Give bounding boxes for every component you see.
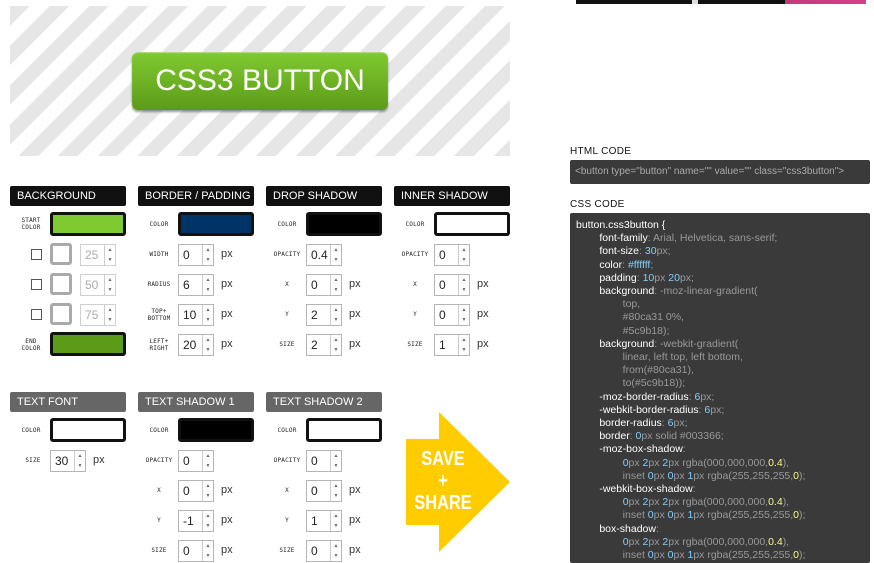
- border-radius-stepper[interactable]: 6 ▲ ▼: [178, 274, 214, 296]
- inner-shadow-size-label: SIZE: [407, 341, 423, 348]
- inner-shadow-x-stepper[interactable]: 0 ▲ ▼: [434, 274, 470, 296]
- text-shadow2-opacity-label: OPACITY: [273, 457, 301, 464]
- drop-shadow-opacity-label: OPACITY: [273, 251, 301, 258]
- top-banner-image: [576, 0, 866, 4]
- drop-shadow-x-stepper[interactable]: 0 ▲ ▼: [306, 274, 342, 296]
- text-shadow2-size-stepper[interactable]: 0 ▲ ▼: [306, 540, 342, 562]
- css-code-box[interactable]: button.css3button { font-family: Arial, …: [570, 213, 870, 563]
- stop1-checkbox[interactable]: [31, 249, 42, 260]
- html-code-title: HTML CODE: [570, 146, 632, 157]
- border-color-label: COLOR: [149, 221, 169, 228]
- inner-shadow-opacity-label: OPACITY: [401, 251, 429, 258]
- save-share-label: SAVE + SHARE: [414, 448, 472, 514]
- text-font-color-swatch[interactable]: [50, 418, 126, 442]
- px-unit: px: [477, 308, 489, 320]
- css3-preview-button[interactable]: CSS3 BUTTON: [132, 52, 388, 110]
- save-share-button[interactable]: SAVE + SHARE: [406, 412, 510, 552]
- section-header-text-font: TEXT FONT: [10, 392, 126, 412]
- html-code-box[interactable]: <button type="button" name="" value="" c…: [570, 160, 870, 184]
- border-radius-label: RADIUS: [147, 281, 171, 288]
- text-font-color-label: COLOR: [21, 427, 41, 434]
- end-color-swatch[interactable]: [50, 332, 126, 356]
- section-header-inner-shadow: INNER SHADOW: [394, 186, 510, 206]
- drop-shadow-size-stepper[interactable]: 2 ▲ ▼: [306, 334, 342, 356]
- inner-shadow-x-label: X: [413, 281, 417, 288]
- text-shadow2-color-label: COLOR: [277, 427, 297, 434]
- drop-shadow-size-label: SIZE: [279, 341, 295, 348]
- px-unit: px: [477, 338, 489, 350]
- text-shadow2-x-stepper[interactable]: 0 ▲ ▼: [306, 480, 342, 502]
- text-shadow1-x-label: X: [157, 487, 161, 494]
- section-header-background: BACKGROUND: [10, 186, 126, 206]
- text-shadow1-y-stepper[interactable]: -1 ▲ ▼: [178, 510, 214, 532]
- stop3-color-swatch[interactable]: [50, 303, 72, 325]
- section-header-drop-shadow: DROP SHADOW: [266, 186, 382, 206]
- px-unit: px: [349, 484, 361, 496]
- stop2-color-swatch[interactable]: [50, 273, 72, 295]
- text-shadow2-y-label: Y: [285, 517, 289, 524]
- text-font-size-stepper[interactable]: 30 ▲ ▼: [50, 450, 86, 472]
- px-unit: px: [477, 278, 489, 290]
- drop-shadow-opacity-stepper[interactable]: 0.4 ▲ ▼: [306, 244, 342, 266]
- drop-shadow-y-stepper[interactable]: 2 ▲ ▼: [306, 304, 342, 326]
- stop3-checkbox[interactable]: [31, 309, 42, 320]
- px-unit: px: [349, 338, 361, 350]
- px-unit: px: [93, 454, 105, 466]
- inner-shadow-y-label: Y: [413, 311, 417, 318]
- text-shadow1-size-label: SIZE: [151, 547, 167, 554]
- text-shadow1-x-stepper[interactable]: 0 ▲ ▼: [178, 480, 214, 502]
- text-shadow2-x-label: X: [285, 487, 289, 494]
- text-shadow1-y-label: Y: [157, 517, 161, 524]
- text-shadow1-size-stepper[interactable]: 0 ▲ ▼: [178, 540, 214, 562]
- px-unit: px: [221, 484, 233, 496]
- css-code-title: CSS CODE: [570, 199, 625, 210]
- border-color-swatch[interactable]: [178, 212, 254, 236]
- text-shadow2-opacity-stepper[interactable]: 0 ▲ ▼: [306, 450, 342, 472]
- border-width-stepper[interactable]: 0 ▲ ▼: [178, 244, 214, 266]
- text-shadow1-opacity-stepper[interactable]: 0 ▲ ▼: [178, 450, 214, 472]
- top-bottom-padding-stepper[interactable]: 10 ▲ ▼: [178, 304, 214, 326]
- top-bottom-label: TOP+ BOTTOM: [147, 308, 171, 322]
- drop-shadow-y-label: Y: [285, 311, 289, 318]
- text-shadow2-y-stepper[interactable]: 1 ▲ ▼: [306, 510, 342, 532]
- stop1-stepper[interactable]: 25 ▲ ▼: [80, 244, 116, 266]
- section-header-text-shadow-1: TEXT SHADOW 1: [138, 392, 254, 412]
- stop3-stepper[interactable]: 75 ▲ ▼: [80, 304, 116, 326]
- px-unit: px: [349, 308, 361, 320]
- px-unit: px: [221, 338, 233, 350]
- px-unit: px: [349, 514, 361, 526]
- border-width-label: WIDTH: [149, 251, 169, 258]
- stop2-stepper[interactable]: 50 ▲ ▼: [80, 274, 116, 296]
- inner-shadow-color-label: COLOR: [405, 221, 425, 228]
- px-unit: px: [221, 514, 233, 526]
- px-unit: px: [349, 278, 361, 290]
- px-unit: px: [349, 544, 361, 556]
- stop2-checkbox[interactable]: [31, 279, 42, 290]
- start-color-label: START COLOR: [21, 217, 41, 231]
- stop1-color-swatch[interactable]: [50, 243, 72, 265]
- drop-shadow-x-label: X: [285, 281, 289, 288]
- section-header-border-padding: BORDER / PADDING: [138, 186, 254, 206]
- inner-shadow-size-stepper[interactable]: 1 ▲ ▼: [434, 334, 470, 356]
- text-shadow1-opacity-label: OPACITY: [145, 457, 173, 464]
- text-shadow2-color-swatch[interactable]: [306, 418, 382, 442]
- text-shadow1-color-swatch[interactable]: [178, 418, 254, 442]
- inner-shadow-opacity-stepper[interactable]: 0 ▲ ▼: [434, 244, 470, 266]
- px-unit: px: [221, 248, 233, 260]
- left-right-padding-stepper[interactable]: 20 ▲ ▼: [178, 334, 214, 356]
- start-color-swatch[interactable]: [50, 212, 126, 236]
- inner-shadow-y-stepper[interactable]: 0 ▲ ▼: [434, 304, 470, 326]
- end-color-label: END COLOR: [21, 338, 41, 352]
- text-font-size-label: SIZE: [25, 457, 41, 464]
- px-unit: px: [221, 308, 233, 320]
- text-shadow1-color-label: COLOR: [149, 427, 169, 434]
- px-unit: px: [221, 278, 233, 290]
- drop-shadow-color-swatch[interactable]: [306, 212, 382, 236]
- section-header-text-shadow-2: TEXT SHADOW 2: [266, 392, 382, 412]
- left-right-label: LEFT+ RIGHT: [149, 338, 169, 352]
- drop-shadow-color-label: COLOR: [277, 221, 297, 228]
- px-unit: px: [221, 544, 233, 556]
- inner-shadow-color-swatch[interactable]: [434, 212, 510, 236]
- text-shadow2-size-label: SIZE: [279, 547, 295, 554]
